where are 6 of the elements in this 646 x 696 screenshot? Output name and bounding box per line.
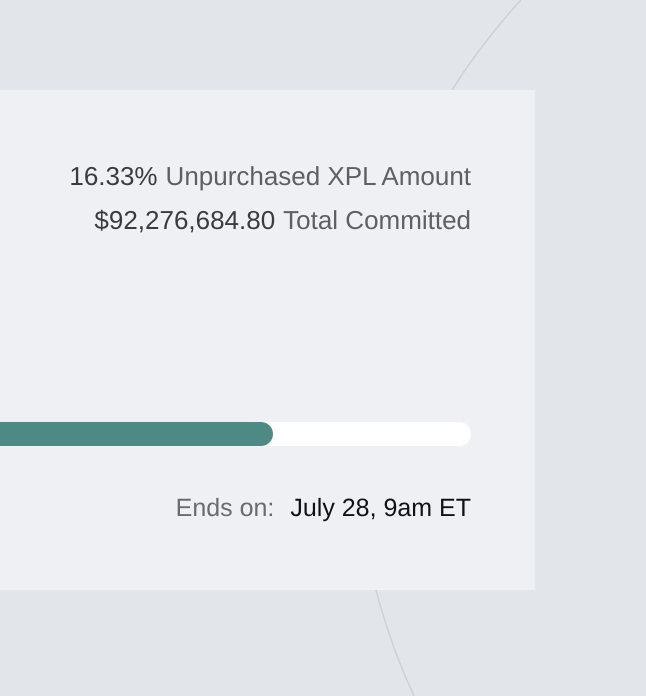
stat-figure: $92,276,684.80 xyxy=(94,206,276,234)
stat-caption: Unpurchased XPL Amount xyxy=(166,162,471,190)
stat-caption: Total Committed xyxy=(283,206,471,234)
end-date: July 28, 9am ET xyxy=(290,494,471,522)
end-label: Ends on: xyxy=(176,494,274,522)
stat-figure: 16.33% xyxy=(69,162,158,190)
